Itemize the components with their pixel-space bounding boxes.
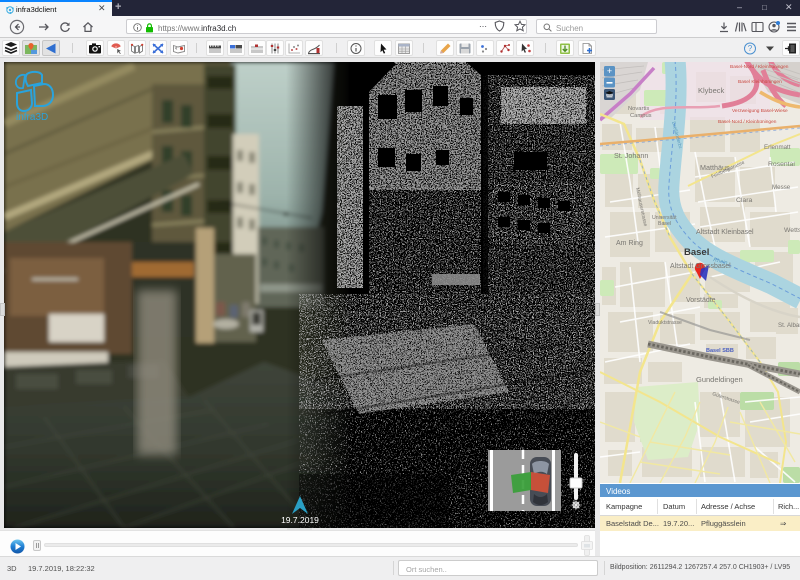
svg-text:Novartis: Novartis bbox=[628, 106, 649, 112]
svg-text:Clara: Clara bbox=[736, 197, 752, 204]
svg-text:Basel SBB: Basel SBB bbox=[706, 348, 734, 354]
svg-text:Rosental: Rosental bbox=[768, 161, 795, 168]
svg-text:?: ? bbox=[748, 44, 753, 53]
svg-text:infra3D: infra3D bbox=[16, 112, 48, 123]
svg-text:Basel-Nord / Kleinhüningen: Basel-Nord / Kleinhüningen bbox=[730, 64, 789, 70]
svg-text:Basel: Basel bbox=[684, 247, 709, 258]
svg-text:Messe: Messe bbox=[772, 184, 791, 191]
svg-text:Wettstein: Wettstein bbox=[784, 227, 800, 234]
svg-text:Klybeck: Klybeck bbox=[698, 86, 725, 95]
svg-text:Basel Kleinhüningen: Basel Kleinhüningen bbox=[738, 79, 782, 85]
svg-text:Erlenmatt: Erlenmatt bbox=[764, 144, 791, 151]
svg-text:+: + bbox=[607, 66, 612, 76]
svg-text:Gundeldingen: Gundeldingen bbox=[696, 375, 743, 384]
svg-text:Basel: Basel bbox=[658, 221, 671, 227]
svg-text:Basel-Nord / Kleinhüningen: Basel-Nord / Kleinhüningen bbox=[718, 119, 777, 125]
svg-text:Campus: Campus bbox=[630, 113, 652, 119]
svg-text:19.7.2019: 19.7.2019 bbox=[281, 515, 319, 525]
svg-text:Viaduktstrasse: Viaduktstrasse bbox=[648, 320, 682, 326]
svg-text:Am Ring: Am Ring bbox=[616, 240, 643, 247]
svg-text:St. Johann: St. Johann bbox=[614, 151, 648, 160]
svg-text:Verzweigung Basel-Wiese: Verzweigung Basel-Wiese bbox=[732, 108, 788, 114]
svg-text:St. Alban: St. Alban bbox=[778, 322, 800, 329]
svg-text:Vorstädte: Vorstädte bbox=[686, 297, 716, 304]
svg-text:Altstadt Kleinbasel: Altstadt Kleinbasel bbox=[696, 229, 754, 236]
